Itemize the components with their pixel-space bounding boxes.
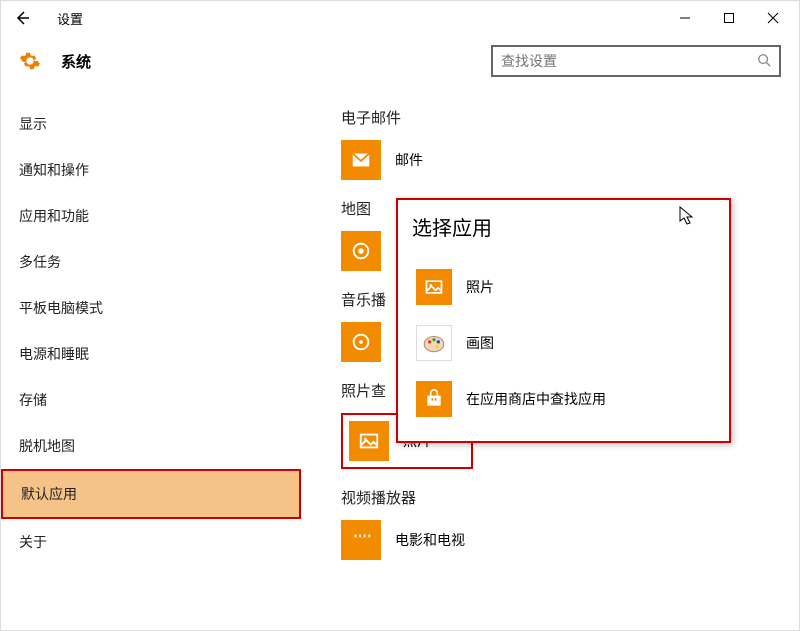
music-icon	[341, 322, 381, 362]
minimize-button[interactable]	[663, 3, 707, 33]
header: 系统	[1, 35, 799, 97]
photos-icon	[416, 269, 452, 305]
sidebar-item-multitask[interactable]: 多任务	[1, 239, 301, 285]
sidebar-item-notifications[interactable]: 通知和操作	[1, 147, 301, 193]
titlebar: 设置	[1, 1, 799, 35]
maps-icon	[341, 231, 381, 271]
photos-icon	[349, 421, 389, 461]
app-label: 电影和电视	[395, 530, 465, 550]
popup-item-photos[interactable]: 照片	[412, 259, 715, 315]
header-label: 系统	[61, 51, 91, 72]
paint-icon	[416, 325, 452, 361]
close-button[interactable]	[751, 3, 795, 33]
default-video-app[interactable]: 电影和电视	[341, 520, 799, 560]
default-email-app[interactable]: 邮件	[341, 140, 799, 180]
popup-item-store[interactable]: 在应用商店中查找应用	[412, 371, 715, 427]
popup-item-label: 照片	[466, 277, 494, 297]
sidebar: 显示 通知和操作 应用和功能 多任务 平板电脑模式 电源和睡眠 存储 脱机地图 …	[1, 97, 301, 626]
mail-icon	[341, 140, 381, 180]
sidebar-item-apps-features[interactable]: 应用和功能	[1, 193, 301, 239]
section-video-head: 视频播放器	[341, 487, 799, 508]
sidebar-item-offline-maps[interactable]: 脱机地图	[1, 423, 301, 469]
window-controls	[663, 3, 795, 33]
sidebar-item-tablet-mode[interactable]: 平板电脑模式	[1, 285, 301, 331]
gear-icon	[19, 50, 41, 72]
popup-item-label: 在应用商店中查找应用	[466, 389, 606, 409]
back-button[interactable]	[5, 1, 39, 35]
sidebar-item-about[interactable]: 关于	[1, 519, 301, 565]
close-icon	[767, 12, 779, 24]
search-box[interactable]	[491, 45, 781, 77]
popup-item-label: 画图	[466, 333, 494, 353]
popup-item-paint[interactable]: 画图	[412, 315, 715, 371]
video-icon	[341, 520, 381, 560]
sidebar-item-power-sleep[interactable]: 电源和睡眠	[1, 331, 301, 377]
store-icon	[416, 381, 452, 417]
popup-title: 选择应用	[412, 212, 715, 241]
minimize-icon	[679, 12, 691, 24]
search-input[interactable]	[501, 53, 757, 69]
maximize-icon	[723, 12, 735, 24]
arrow-left-icon	[14, 10, 30, 26]
window-title: 设置	[39, 9, 83, 28]
choose-app-popup: 选择应用 照片 画图 在应用商店中查找应用	[396, 198, 731, 443]
search-icon	[757, 53, 771, 70]
sidebar-item-display[interactable]: 显示	[1, 101, 301, 147]
app-label: 邮件	[395, 150, 423, 170]
sidebar-item-storage[interactable]: 存储	[1, 377, 301, 423]
maximize-button[interactable]	[707, 3, 751, 33]
section-email-head: 电子邮件	[341, 107, 799, 128]
sidebar-item-default-apps[interactable]: 默认应用	[1, 469, 301, 519]
